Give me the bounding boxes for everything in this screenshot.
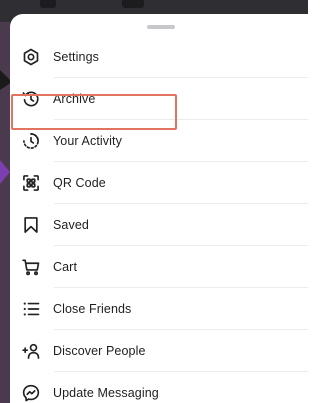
menu-item-label: Settings <box>53 50 99 64</box>
bookmark-icon <box>21 215 41 235</box>
archive-clock-icon <box>21 89 41 109</box>
menu-item-qr-code[interactable]: QR Code <box>10 162 308 204</box>
menu-item-discover-people[interactable]: Discover People <box>10 330 308 372</box>
background-app-tab <box>40 0 56 8</box>
cart-icon <box>21 257 41 277</box>
menu-item-label: Discover People <box>53 344 146 358</box>
menu-item-label: Update Messaging <box>53 386 159 400</box>
menu-item-close-friends[interactable]: Close Friends <box>10 288 308 330</box>
options-menu: Settings Archive Your Activity QR Code S… <box>10 36 308 403</box>
menu-item-label: Your Activity <box>53 134 122 148</box>
menu-item-label: Close Friends <box>53 302 132 316</box>
options-bottom-sheet: Settings Archive Your Activity QR Code S… <box>10 14 308 403</box>
add-person-icon <box>21 341 41 361</box>
messenger-icon <box>21 383 41 403</box>
sheet-grabber-handle[interactable] <box>147 25 175 29</box>
screen: Settings Archive Your Activity QR Code S… <box>0 0 308 403</box>
menu-item-your-activity[interactable]: Your Activity <box>10 120 308 162</box>
menu-item-label: Archive <box>53 92 96 106</box>
menu-item-settings[interactable]: Settings <box>10 36 308 78</box>
list-icon <box>21 299 41 319</box>
activity-icon <box>21 131 41 151</box>
menu-item-archive[interactable]: Archive <box>10 78 308 120</box>
menu-item-label: Cart <box>53 260 78 274</box>
qr-code-icon <box>21 173 41 193</box>
menu-item-saved[interactable]: Saved <box>10 204 308 246</box>
settings-gear-icon <box>21 47 41 67</box>
menu-item-label: QR Code <box>53 176 106 190</box>
menu-item-cart[interactable]: Cart <box>10 246 308 288</box>
menu-item-update-messaging[interactable]: Update Messaging <box>10 372 308 403</box>
menu-item-label: Saved <box>53 218 89 232</box>
background-app-tab <box>122 0 144 8</box>
